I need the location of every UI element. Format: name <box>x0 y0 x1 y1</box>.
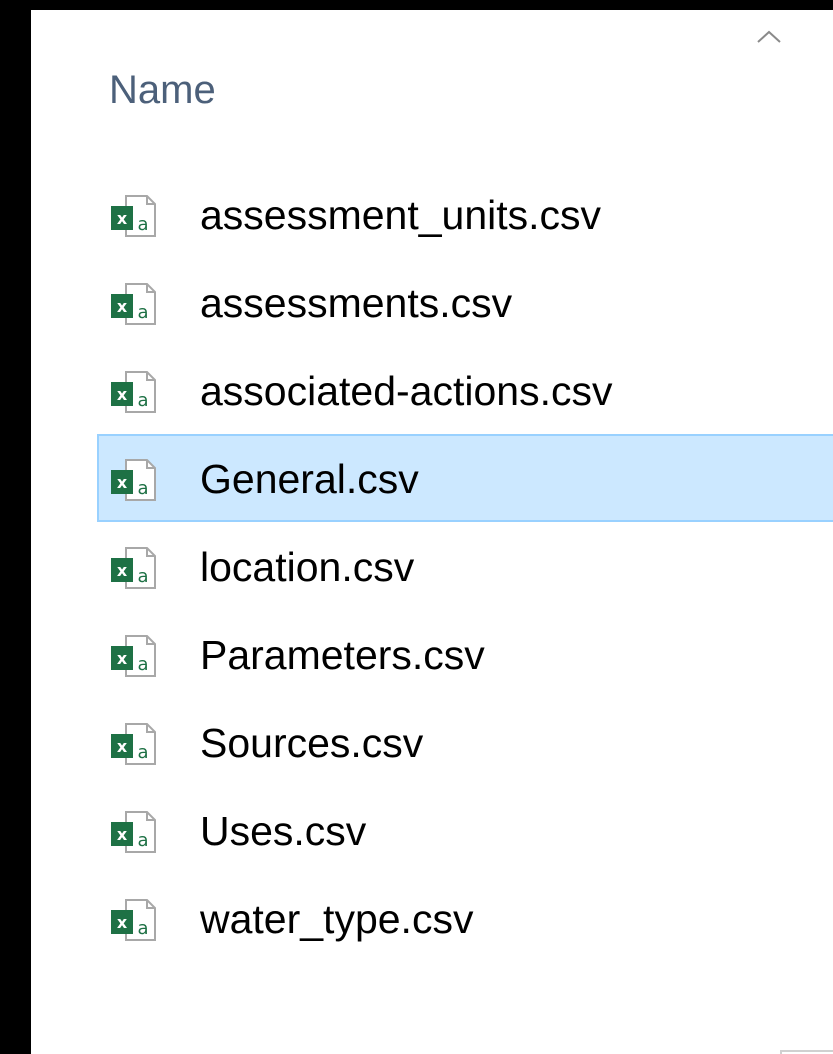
excel-csv-icon: x a <box>111 459 156 501</box>
file-row[interactable]: x a assessments.csv <box>97 258 833 346</box>
excel-csv-icon: x a <box>111 723 156 765</box>
name-column-header[interactable]: Name <box>109 62 216 118</box>
svg-text:a: a <box>137 390 148 411</box>
svg-text:a: a <box>137 830 148 851</box>
excel-csv-icon: x a <box>111 635 156 677</box>
file-name: assessment_units.csv <box>200 192 602 238</box>
svg-text:x: x <box>117 561 128 580</box>
svg-text:a: a <box>137 742 148 763</box>
svg-text:a: a <box>137 478 148 499</box>
svg-text:a: a <box>137 302 148 323</box>
file-row[interactable]: x a Sources.csv <box>97 698 833 786</box>
tooltip-edge <box>780 1050 833 1054</box>
excel-csv-icon: x a <box>111 195 156 237</box>
svg-text:a: a <box>137 214 148 235</box>
file-row-selected[interactable]: x a General.csv <box>97 434 833 522</box>
svg-text:x: x <box>117 385 128 404</box>
file-name: Parameters.csv <box>200 632 485 678</box>
excel-csv-icon: x a <box>111 547 156 589</box>
file-name: associated-actions.csv <box>200 368 613 414</box>
file-row[interactable]: x a associated-actions.csv <box>97 346 833 434</box>
svg-text:a: a <box>137 654 148 675</box>
svg-text:x: x <box>117 473 128 492</box>
file-name: Sources.csv <box>200 720 424 766</box>
svg-text:a: a <box>137 918 148 939</box>
file-name: water_type.csv <box>200 896 474 942</box>
svg-text:a: a <box>137 566 148 587</box>
file-name: location.csv <box>200 544 415 590</box>
file-name: assessments.csv <box>200 280 513 326</box>
chevron-up-icon[interactable] <box>756 30 782 44</box>
file-row[interactable]: x a Uses.csv <box>97 786 833 874</box>
svg-text:x: x <box>117 297 128 316</box>
excel-csv-icon: x a <box>111 811 156 853</box>
excel-csv-icon: x a <box>111 283 156 325</box>
svg-text:x: x <box>117 825 128 844</box>
svg-text:x: x <box>117 649 128 668</box>
svg-text:x: x <box>117 737 128 756</box>
svg-text:x: x <box>117 209 128 228</box>
svg-text:x: x <box>117 913 128 932</box>
excel-csv-icon: x a <box>111 371 156 413</box>
file-row[interactable]: x a Parameters.csv <box>97 610 833 698</box>
file-explorer-pane: Name x a assessment_units.csv x a assess… <box>31 10 833 1054</box>
file-name: Uses.csv <box>200 808 367 854</box>
file-row[interactable]: x a location.csv <box>97 522 833 610</box>
file-name: General.csv <box>200 456 419 502</box>
excel-csv-icon: x a <box>111 899 156 941</box>
file-row[interactable]: x a water_type.csv <box>97 874 833 962</box>
file-row[interactable]: x a assessment_units.csv <box>97 170 833 258</box>
